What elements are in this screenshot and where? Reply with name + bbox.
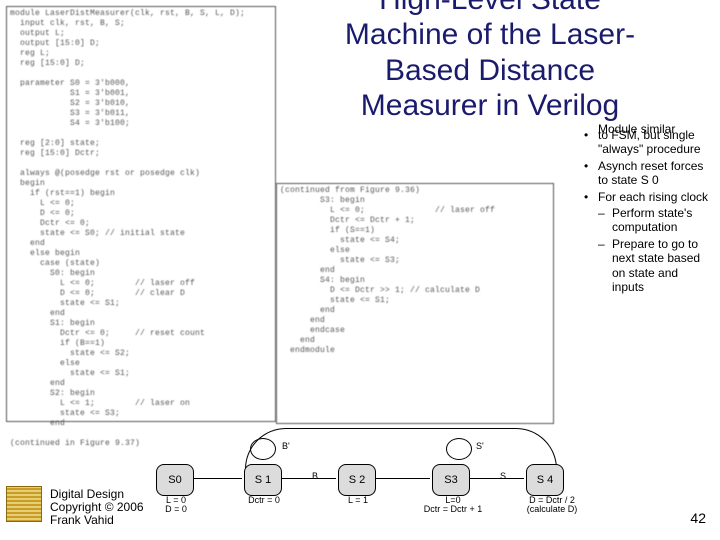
state-s2-label: S 2: [349, 474, 366, 486]
title-line-4: Measurer in Verilog: [361, 89, 619, 122]
note-sub-2: Prepare to go to next state based on sta…: [598, 237, 712, 295]
state-s0-sub: L = 0 D = 0: [154, 496, 198, 515]
state-s4: S 4: [526, 464, 564, 496]
state-s2-sub: L = 1: [336, 496, 380, 505]
logo-icon: [6, 486, 42, 522]
note-sub-1: Perform state's computation: [598, 206, 712, 235]
title-line-3: Based Distance: [385, 54, 595, 87]
edge-label-bprime: B': [282, 442, 290, 451]
state-s0: S0: [156, 464, 194, 496]
edge-s2-s3: [374, 478, 430, 479]
note-bullet-3-text: For each rising clock: [598, 190, 708, 204]
footer-credit: Digital Design Copyright © 2006 Frank Va…: [50, 488, 144, 528]
loop-s1: [250, 438, 276, 460]
state-s4-sub: D = Dctr / 2 (calculate D): [512, 496, 592, 515]
footer-line-2: Copyright © 2006: [50, 500, 144, 514]
note-bullet-2: Asynch reset forces to state S 0: [582, 159, 712, 188]
edge-s3-s4: [468, 478, 524, 479]
bullet-notes: Module similar to FSM, but single "alway…: [582, 128, 712, 296]
state-s2: S 2: [338, 464, 376, 496]
slide-title: High-Level State Machine of the Laser- B…: [300, 0, 680, 124]
state-s1-sub: Dctr = 0: [236, 496, 292, 505]
edge-label-sprime: S': [476, 442, 484, 451]
state-s0-label: S0: [168, 474, 181, 486]
state-s1-label: S 1: [255, 474, 272, 486]
edge-label-b: B: [312, 472, 318, 481]
state-s3-sub: L=0 Dctr = Dctr + 1: [408, 496, 498, 515]
footer-line-3: Frank Vahid: [50, 513, 114, 527]
title-line-2: Machine of the Laser-: [345, 18, 635, 51]
note-bullet-3: For each rising clock Perform state's co…: [582, 190, 712, 295]
note-bullet-1: to FSM, but single "always" procedure: [582, 128, 712, 157]
arc-s4-s1: [245, 428, 557, 469]
edge-s0-s1: [192, 478, 242, 479]
edge-label-s: S: [500, 472, 506, 481]
code-block-left: module LaserDistMeasurer(clk, rst, B, S,…: [6, 6, 276, 422]
state-s1: S 1: [244, 464, 282, 496]
code-block-right: (continued from Figure 9.36) S3: begin L…: [276, 183, 554, 424]
title-line-1: High-Level State: [379, 0, 601, 16]
state-s4-label: S 4: [537, 474, 554, 486]
state-s3-label: S3: [444, 474, 457, 486]
edge-s1-s2: [280, 478, 336, 479]
footer-line-1: Digital Design: [50, 487, 124, 501]
page-number: 42: [690, 510, 706, 526]
loop-s3: [446, 438, 472, 460]
state-diagram: S0 S 1 S 2 S3 S 4 B' B S' S L = 0 D = 0 …: [150, 450, 620, 512]
state-s3: S3: [432, 464, 470, 496]
